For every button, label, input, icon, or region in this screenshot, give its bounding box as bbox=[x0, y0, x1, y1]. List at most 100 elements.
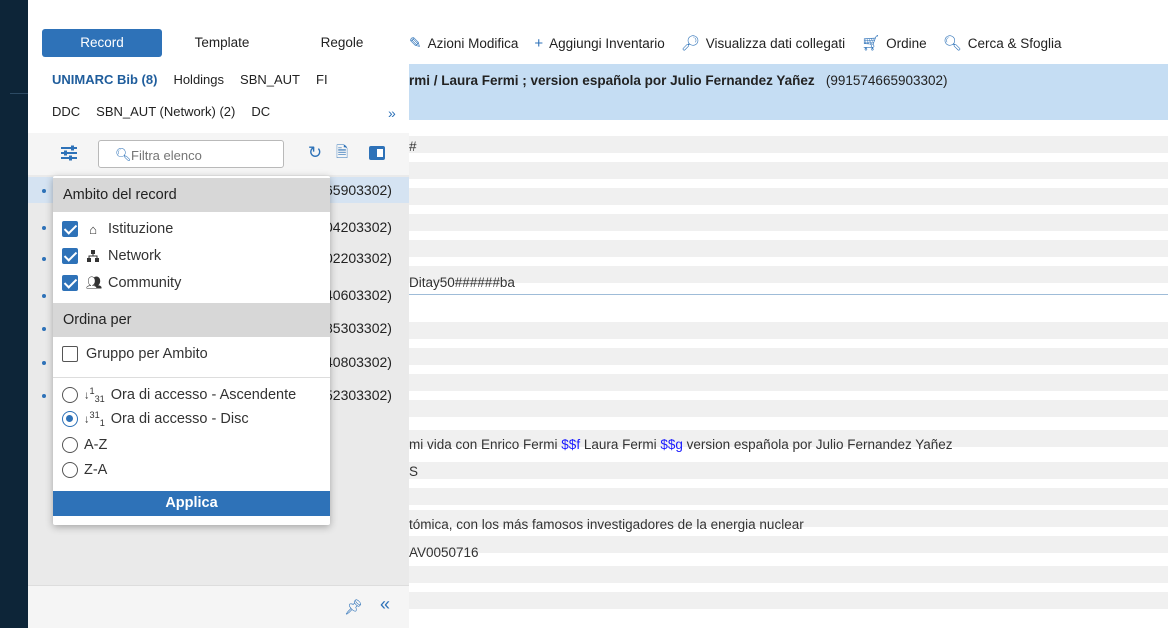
nav-divider bbox=[10, 93, 28, 94]
list-bullet bbox=[42, 327, 46, 331]
group-by-scope-option[interactable]: Gruppo per Ambito bbox=[62, 343, 208, 365]
sort-option-a-z[interactable]: A-Z bbox=[62, 434, 107, 456]
list-bullet bbox=[42, 394, 46, 398]
field-row[interactable] bbox=[409, 488, 1168, 505]
field-focus-line bbox=[409, 294, 1168, 295]
field-row[interactable] bbox=[409, 240, 1168, 257]
field-row[interactable] bbox=[409, 566, 1168, 583]
filter-search-box: 🔍︎ bbox=[98, 140, 284, 168]
list-toolbar: 🔍︎ ↻ 🗎︎ bbox=[28, 133, 409, 175]
subtab-sbn-aut-network[interactable]: SBN_AUT (Network) (2) bbox=[96, 104, 235, 119]
record-id: (991574665903302) bbox=[825, 73, 948, 88]
checkbox-network[interactable] bbox=[62, 248, 78, 264]
expand-tabs-chevron-icon[interactable]: » bbox=[388, 105, 396, 121]
action-toolbar: ✎ Azioni Modifica + Aggiungi Inventario 🔎︎… bbox=[409, 34, 1078, 53]
field-row[interactable] bbox=[409, 162, 1168, 179]
view-linked-data-label: Visualizza dati collegati bbox=[705, 35, 846, 51]
sort-ascending-icon: ↓131 bbox=[84, 386, 105, 404]
checkbox-group-by-scope[interactable] bbox=[62, 346, 78, 362]
view-linked-data-button[interactable]: 🔎︎ Visualizza dati collegati bbox=[681, 34, 845, 52]
subtab-holdings[interactable]: Holdings bbox=[173, 72, 224, 87]
checkbox-istituzione[interactable] bbox=[62, 221, 78, 237]
record-type-tabs: UNIMARC Bib (8) Holdings SBN_AUT FI bbox=[52, 72, 344, 87]
field-row[interactable] bbox=[409, 136, 1168, 153]
add-inventory-label: Aggiungi Inventario bbox=[549, 35, 665, 51]
radio-z-a[interactable] bbox=[62, 462, 78, 478]
field-text-part: Laura Fermi bbox=[580, 437, 661, 452]
sort-section-header: Ordina per bbox=[53, 303, 330, 337]
subtab-unimarc-bib[interactable]: UNIMARC Bib (8) bbox=[52, 72, 157, 87]
search-browse-label: Cerca & Sfoglia bbox=[967, 35, 1062, 51]
divider bbox=[53, 377, 330, 378]
field-text-title: mi vida con Enrico Fermi $$f Laura Fermi… bbox=[409, 437, 953, 452]
search-icon: 🔍︎ bbox=[942, 35, 962, 52]
refresh-icon[interactable]: ↻ bbox=[305, 143, 325, 163]
group-by-scope-label: Gruppo per Ambito bbox=[86, 346, 208, 362]
scope-label-community: Community bbox=[108, 275, 182, 291]
sort-option-access-desc[interactable]: ↓311 Ora di accesso - Disc bbox=[62, 408, 249, 430]
radio-a-z[interactable] bbox=[62, 437, 78, 453]
checkbox-community[interactable] bbox=[62, 275, 78, 291]
field-row[interactable] bbox=[409, 214, 1168, 231]
field-text: S bbox=[409, 464, 419, 479]
sort-asc-bottom-digits: 31 bbox=[94, 393, 105, 404]
field-row[interactable] bbox=[409, 188, 1168, 205]
subtab-fi[interactable]: FI bbox=[316, 72, 328, 87]
order-label: Ordine bbox=[886, 35, 927, 51]
scope-option-network[interactable]: Network bbox=[62, 245, 161, 267]
field-row[interactable] bbox=[409, 400, 1168, 417]
list-item-id: 52303302) bbox=[325, 387, 392, 403]
sort-option-access-asc[interactable]: ↓131 Ora di accesso - Ascendente bbox=[62, 384, 296, 406]
tab-record[interactable]: Record bbox=[42, 29, 162, 57]
order-button[interactable]: 🛒︎ Ordine bbox=[861, 34, 927, 52]
field-row[interactable] bbox=[409, 348, 1168, 365]
sidebar-header: Record Template Regole UNIMARC Bib (8) H… bbox=[28, 0, 409, 133]
list-item-id: 02203302) bbox=[325, 250, 392, 266]
sort-desc-bottom-digit: 1 bbox=[99, 417, 105, 428]
sort-option-z-a[interactable]: Z-A bbox=[62, 459, 107, 481]
pencil-icon: ✎ bbox=[409, 35, 422, 52]
clear-list-icon[interactable]: 🗎︎ bbox=[332, 143, 352, 163]
edit-actions-label: Azioni Modifica bbox=[427, 35, 519, 51]
sort-label-access-asc: Ora di accesso - Ascendente bbox=[110, 387, 297, 403]
subtab-sbn-aut[interactable]: SBN_AUT bbox=[240, 72, 300, 87]
filter-list-input[interactable] bbox=[131, 145, 276, 165]
field-text: Ditay50######ba bbox=[409, 275, 515, 290]
list-bullet bbox=[42, 226, 46, 230]
scope-option-community[interactable]: 👥︎ Community bbox=[62, 272, 181, 294]
list-bullet bbox=[42, 189, 46, 193]
tab-regole[interactable]: Regole bbox=[282, 29, 402, 57]
add-inventory-button[interactable]: + Aggiungi Inventario bbox=[534, 35, 664, 52]
search-browse-button[interactable]: 🔍︎ Cerca & Sfoglia bbox=[943, 34, 1062, 52]
filter-settings-icon[interactable] bbox=[59, 143, 79, 163]
record-title: rmi / Laura Fermi ; version española por… bbox=[409, 73, 948, 88]
scope-section-header: Ambito del record bbox=[53, 178, 330, 212]
collapse-sidebar-icon[interactable]: « bbox=[380, 594, 390, 615]
radio-access-desc[interactable] bbox=[62, 411, 78, 427]
sort-descending-icon: ↓311 bbox=[84, 410, 105, 428]
list-item-id: 85303302) bbox=[325, 320, 392, 336]
field-row[interactable] bbox=[409, 592, 1168, 609]
sort-label-a-z: A-Z bbox=[84, 437, 108, 453]
field-row[interactable] bbox=[409, 322, 1168, 339]
tab-template[interactable]: Template bbox=[162, 29, 282, 57]
record-title-text: rmi / Laura Fermi ; version española por… bbox=[409, 73, 815, 88]
scope-option-istituzione[interactable]: ⌂ Istituzione bbox=[62, 218, 173, 240]
list-bullet bbox=[42, 361, 46, 365]
radio-access-asc[interactable] bbox=[62, 387, 78, 403]
subtab-dc[interactable]: DC bbox=[251, 104, 270, 119]
panel-toggle-icon[interactable] bbox=[367, 143, 387, 163]
search-icon: 🔍︎ bbox=[115, 147, 132, 162]
field-row[interactable] bbox=[409, 374, 1168, 391]
field-row[interactable] bbox=[409, 462, 1168, 479]
pin-icon[interactable]: 📌︎ bbox=[344, 598, 363, 616]
home-icon: ⌂ bbox=[89, 221, 97, 237]
field-row[interactable] bbox=[409, 536, 1168, 553]
subtab-ddc[interactable]: DDC bbox=[52, 104, 80, 119]
cart-icon: 🛒︎ bbox=[861, 35, 881, 52]
edit-actions-button[interactable]: ✎ Azioni Modifica bbox=[409, 34, 518, 52]
list-item-id: 04203302) bbox=[325, 219, 392, 235]
field-row[interactable] bbox=[409, 266, 1168, 283]
apply-button[interactable]: Applica bbox=[53, 491, 330, 516]
sort-label-access-desc: Ora di accesso - Disc bbox=[110, 411, 249, 427]
